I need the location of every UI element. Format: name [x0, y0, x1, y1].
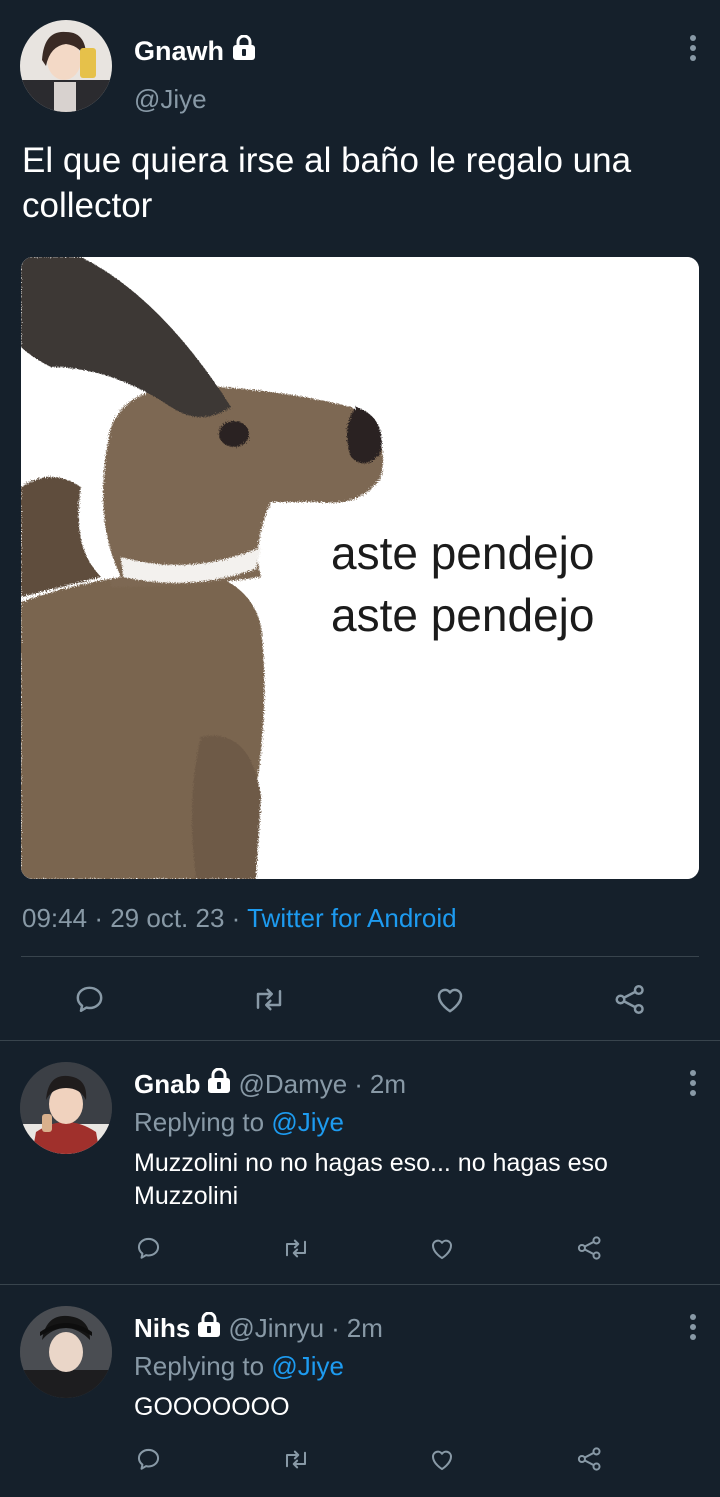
avatar-reply-1[interactable] — [20, 1062, 112, 1154]
reply-1-age: 2m — [369, 1069, 406, 1099]
reply-icon[interactable] — [73, 983, 106, 1016]
author-name-row: Gnawh — [134, 34, 256, 68]
reply-1-replying-to: Replying to @Jiye — [134, 1107, 344, 1138]
media-caption-line1: aste pendejo — [331, 527, 594, 579]
replying-to-handle[interactable]: @Jiye — [271, 1107, 344, 1137]
reply-2-author-handle[interactable]: @Jinryu — [228, 1313, 324, 1344]
reply-2-separator: · — [331, 1313, 340, 1343]
reply-icon[interactable] — [135, 1446, 162, 1473]
like-icon[interactable] — [433, 983, 467, 1016]
more-icon[interactable] — [687, 35, 699, 61]
retweet-icon[interactable] — [281, 1446, 311, 1473]
divider — [0, 1040, 720, 1041]
share-icon[interactable] — [575, 1445, 604, 1473]
lock-icon — [197, 1311, 221, 1345]
divider — [21, 956, 699, 957]
tweet-text: El que quiera irse al baño le regalo una… — [22, 141, 632, 225]
replying-to-label: Replying to — [134, 1107, 265, 1137]
lock-icon — [207, 1067, 231, 1101]
meta-separator: · — [94, 903, 103, 933]
more-icon[interactable] — [687, 1314, 699, 1340]
reply-1-author-handle[interactable]: @Damye — [238, 1069, 347, 1100]
reply-1-text: Muzzolini no no hagas eso... no hagas es… — [134, 1149, 608, 1210]
reply-1-separator: · — [354, 1069, 363, 1099]
retweet-icon[interactable] — [281, 1235, 311, 1262]
tweet-source[interactable]: Twitter for Android — [247, 903, 457, 933]
reply-2-replying-to: Replying to @Jiye — [134, 1351, 344, 1382]
replying-to-label: Replying to — [134, 1351, 265, 1381]
reply-icon[interactable] — [135, 1235, 162, 1262]
meta-separator: · — [231, 903, 241, 933]
tweet-media[interactable]: aste pendejo aste pendejo — [21, 257, 699, 879]
like-icon[interactable] — [428, 1235, 456, 1262]
tweet-date: 29 oct. 23 — [110, 903, 225, 933]
avatar-reply-2[interactable] — [20, 1306, 112, 1398]
author-name[interactable]: Gnawh — [134, 36, 224, 67]
avatar-main[interactable] — [20, 20, 112, 112]
lock-icon — [232, 34, 256, 68]
reply-2-age: 2m — [346, 1313, 383, 1343]
reply-1-header: Gnab @Damye · 2m — [134, 1067, 406, 1101]
reply-2-text: GOOOOOOO — [134, 1393, 290, 1421]
deer-illustration: aste pendejo aste pendejo — [21, 257, 699, 879]
reply-2-header: Nihs @Jinryu · 2m — [134, 1311, 383, 1345]
reply-2-author-name[interactable]: Nihs — [134, 1313, 190, 1344]
retweet-icon[interactable] — [251, 983, 287, 1016]
share-icon[interactable] — [575, 1234, 604, 1262]
tweet-time: 09:44 — [22, 903, 88, 933]
like-icon[interactable] — [428, 1446, 456, 1473]
tweet-meta: 09:44 · 29 oct. 23 · Twitter for Android — [22, 903, 457, 934]
divider — [0, 1284, 720, 1285]
author-handle[interactable]: @Jiye — [134, 84, 207, 115]
media-caption-line2: aste pendejo — [331, 589, 594, 641]
replying-to-handle[interactable]: @Jiye — [271, 1351, 344, 1381]
share-icon[interactable] — [612, 982, 648, 1017]
reply-1-author-name[interactable]: Gnab — [134, 1069, 200, 1100]
more-icon[interactable] — [687, 1070, 699, 1096]
